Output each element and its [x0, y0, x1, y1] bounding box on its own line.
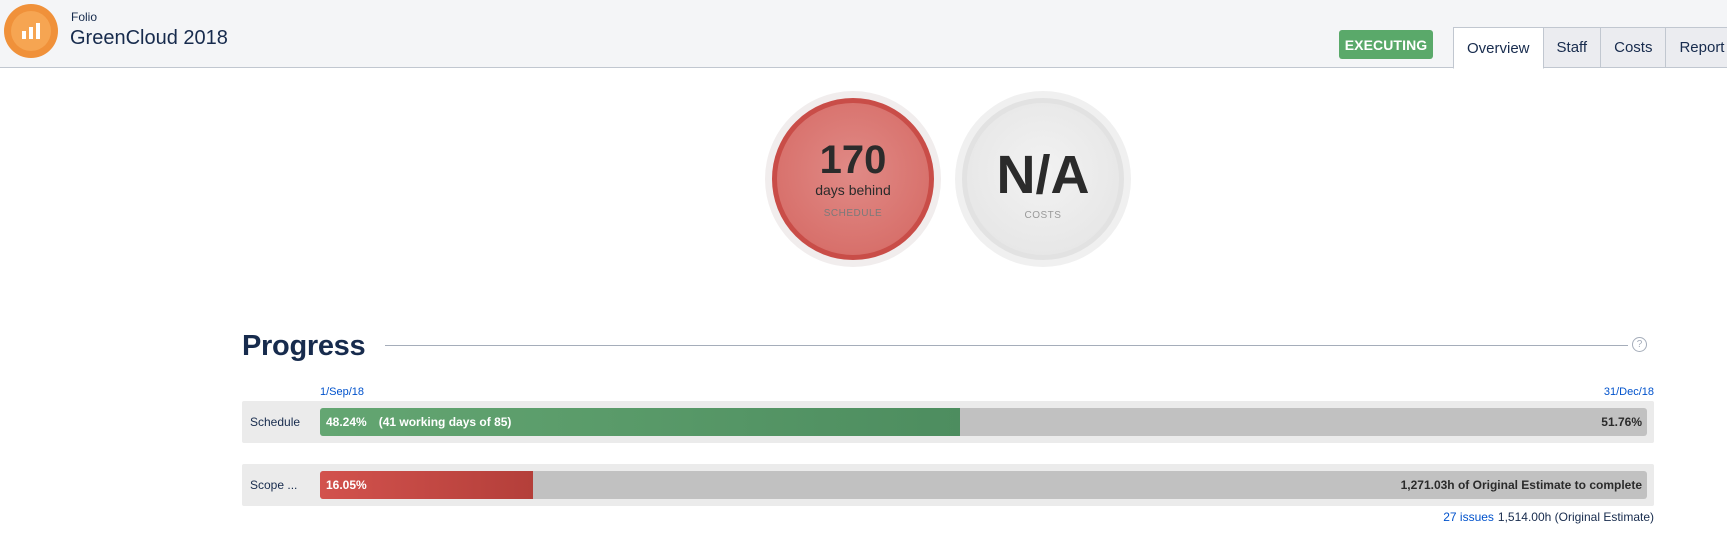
schedule-gauge-caption: days behind: [815, 181, 891, 198]
status-badge: EXECUTING: [1339, 30, 1433, 59]
schedule-gauge-label: SCHEDULE: [823, 207, 883, 219]
scope-footer: 27 issues 1,514.00h (Original Estimate): [1443, 510, 1654, 524]
question-circle-icon[interactable]: ?: [1632, 337, 1647, 352]
tab-report[interactable]: Report: [1666, 27, 1727, 68]
costs-gauge: N/A COSTS: [955, 91, 1131, 267]
costs-gauge-value: N/A: [996, 144, 1090, 205]
schedule-gauge-disc: 170 days behind SCHEDULE: [772, 98, 934, 260]
schedule-progress-bar[interactable]: 48.24% (41 working days of 85) 51.76%: [320, 408, 1647, 436]
tab-overview[interactable]: Overview: [1453, 27, 1544, 69]
schedule-row-label: Schedule: [250, 415, 301, 429]
schedule-percent-remaining: 51.76%: [1601, 415, 1642, 429]
tab-costs[interactable]: Costs: [1601, 27, 1667, 68]
end-date: 31/Dec/18: [1603, 386, 1654, 398]
app-name: Folio: [71, 10, 98, 24]
project-title: GreenCloud 2018: [70, 27, 228, 49]
tab-bar: Overview Staff Costs Report: [1453, 27, 1727, 69]
costs-gauge-label: COSTS: [1024, 209, 1062, 221]
total-estimate: 1,514.00h (Original Estimate): [1497, 510, 1654, 524]
progress-divider: [385, 345, 1628, 346]
app-logo[interactable]: [4, 4, 58, 58]
scope-progress-bar[interactable]: 16.05% 1,271.03h of Original Estimate to…: [320, 471, 1647, 499]
schedule-gauge: 170 days behind SCHEDULE: [765, 91, 941, 267]
schedule-percent-done: 48.24%: [326, 415, 367, 429]
bar-chart-icon: [11, 11, 51, 51]
schedule-gauge-value: 170: [819, 137, 887, 182]
start-date: 1/Sep/18: [320, 386, 365, 398]
issues-link[interactable]: 27 issues: [1443, 510, 1494, 524]
schedule-progress-row: Schedule 48.24% (41 working days of 85) …: [242, 401, 1654, 443]
schedule-working-days: (41 working days of 85): [378, 415, 512, 429]
scope-percent-done: 16.05%: [326, 478, 367, 492]
scope-remaining-text: 1,271.03h of Original Estimate to comple…: [1400, 478, 1642, 492]
tab-staff[interactable]: Staff: [1543, 27, 1602, 68]
scope-row-label: Scope ...: [250, 478, 298, 492]
costs-gauge-disc: N/A COSTS: [962, 98, 1124, 260]
scope-progress-row: Scope ... 16.05% 1,271.03h of Original E…: [242, 464, 1654, 506]
schedule-progress-text: 48.24% (41 working days of 85): [326, 408, 511, 436]
scope-progress-text: 16.05%: [326, 471, 367, 499]
progress-heading: Progress: [242, 330, 366, 362]
app-header: Folio GreenCloud 2018 EXECUTING Overview…: [0, 0, 1727, 69]
